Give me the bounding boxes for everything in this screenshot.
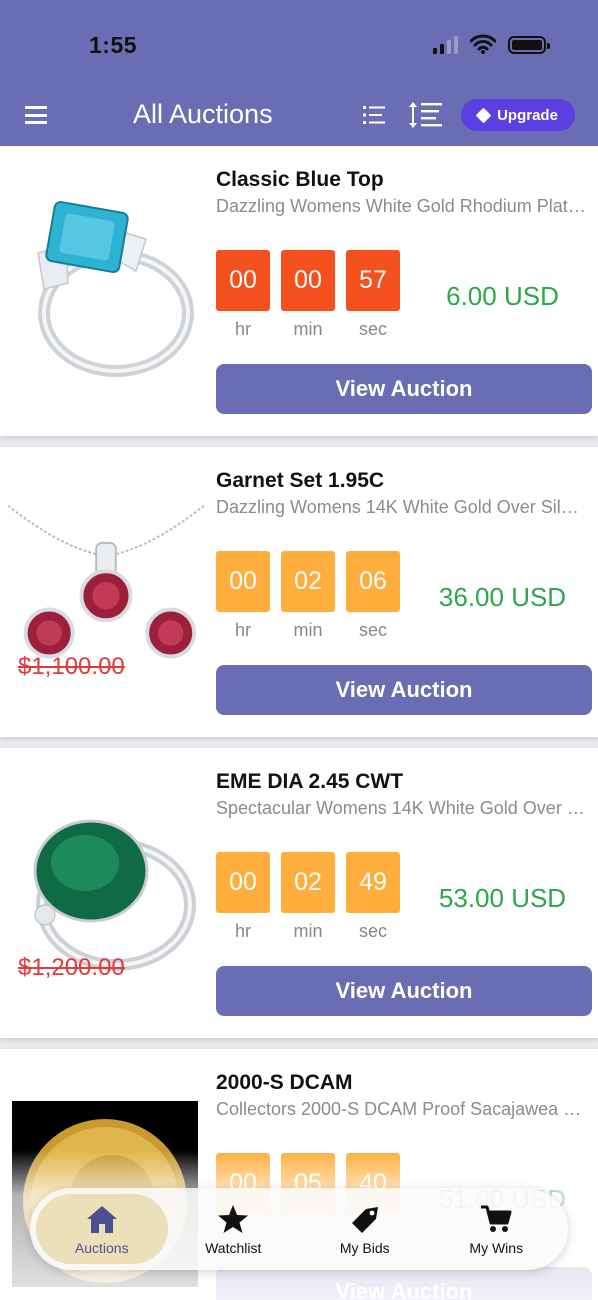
auction-title: Garnet Set 1.95C — [216, 469, 385, 492]
upgrade-button[interactable]: Upgrade — [461, 99, 575, 131]
auction-card[interactable]: $1,200.00 EME DIA 2.45 CWT Spectacular W… — [0, 748, 598, 1038]
upgrade-label: Upgrade — [497, 106, 558, 124]
current-price: 53.00 USD — [438, 883, 567, 913]
timer-seconds: 49 — [346, 852, 400, 913]
view-auction-button[interactable]: View Auction — [216, 665, 592, 715]
timer-minutes: 02 — [281, 551, 335, 612]
auction-card[interactable]: Classic Blue Top Dazzling Womens White G… — [0, 146, 598, 436]
app-header: 1:55 All Auctions Upgrade — [0, 0, 598, 146]
sort-icon[interactable] — [407, 100, 443, 130]
auction-card[interactable]: $1,100.00 Garnet Set 1.95C Dazzling Wome… — [0, 447, 598, 737]
timer-hours: 00 — [216, 852, 270, 913]
view-auction-button[interactable]: View Auction — [216, 1267, 592, 1300]
auction-description: Dazzling Womens White Gold Rhodium Plate… — [216, 196, 586, 216]
current-price: 36.00 USD — [438, 582, 567, 612]
tab-auctions[interactable]: Auctions — [36, 1194, 168, 1264]
timer-minutes-label: min — [293, 921, 323, 941]
auction-title: EME DIA 2.45 CWT — [216, 770, 404, 793]
diamond-icon — [475, 107, 492, 123]
timer-minutes-label: min — [293, 620, 323, 640]
star-icon — [218, 1204, 249, 1233]
home-icon — [86, 1205, 117, 1233]
auction-description: Collectors 2000-S DCAM Proof Sacajawea D… — [216, 1099, 586, 1119]
tag-icon — [351, 1206, 378, 1233]
tab-label: Watchlist — [205, 1239, 262, 1256]
tab-label: Auctions — [74, 1239, 129, 1256]
timer-seconds-label: sec — [358, 921, 387, 941]
tab-my-wins[interactable]: My Wins — [431, 1194, 563, 1264]
timer-seconds-label: sec — [358, 620, 387, 640]
current-price: 6.00 USD — [446, 281, 559, 311]
timer-seconds: 06 — [346, 551, 400, 612]
cart-icon — [481, 1205, 512, 1232]
auction-title: Classic Blue Top — [216, 168, 384, 191]
timer-seconds-label: sec — [358, 319, 387, 339]
timer-hours-label: hr — [234, 319, 251, 339]
timer-minutes: 02 — [281, 852, 335, 913]
original-price: $1,100.00 — [18, 653, 125, 680]
timer-minutes: 00 — [281, 250, 335, 311]
timer-hours-label: hr — [234, 620, 251, 640]
tab-label: My Bids — [339, 1239, 390, 1256]
timer-hours: 00 — [216, 250, 270, 311]
original-price: $1,200.00 — [18, 954, 125, 981]
view-auction-button[interactable]: View Auction — [216, 364, 592, 414]
signal-icon — [433, 34, 458, 54]
auction-description: Dazzling Womens 14K White Gold Over Silv… — [216, 497, 586, 517]
timer-seconds: 57 — [346, 250, 400, 311]
status-icons — [433, 34, 550, 54]
auction-description: Spectacular Womens 14K White Gold Over S… — [216, 798, 586, 818]
bottom-tab-bar: Auctions Watchlist My Bids My Wins — [30, 1188, 568, 1270]
wifi-icon — [470, 34, 496, 54]
timer-hours-label: hr — [234, 921, 251, 941]
tab-watchlist[interactable]: Watchlist — [168, 1194, 300, 1264]
hamburger-menu-icon[interactable] — [25, 106, 47, 124]
auction-title: 2000-S DCAM — [216, 1071, 353, 1094]
tab-my-bids[interactable]: My Bids — [299, 1194, 431, 1264]
view-auction-button[interactable]: View Auction — [216, 966, 592, 1016]
timer-hours: 00 — [216, 551, 270, 612]
ring-image — [8, 170, 204, 395]
list-view-icon[interactable] — [362, 103, 386, 127]
page-title: All Auctions — [133, 99, 273, 129]
battery-icon — [508, 36, 550, 54]
tab-label: My Wins — [469, 1239, 524, 1256]
status-time: 1:55 — [89, 32, 138, 58]
timer-minutes-label: min — [293, 319, 323, 339]
